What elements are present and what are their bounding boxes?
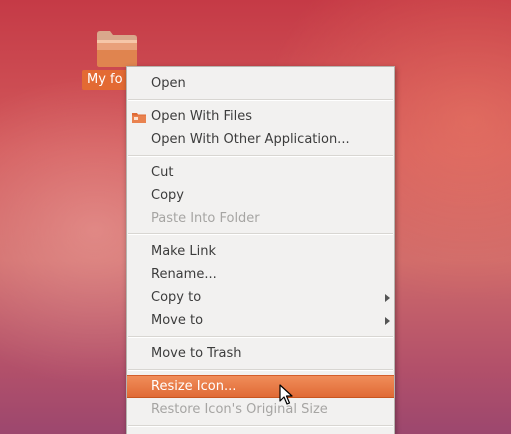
menu-item-make-link[interactable]: Make Link: [127, 240, 394, 263]
menu-separator: [128, 369, 393, 371]
menu-item-rename[interactable]: Rename...: [127, 263, 394, 286]
menu-item-open-with-other[interactable]: Open With Other Application...: [127, 128, 394, 151]
menu-item-open-with-files[interactable]: Open With Files: [127, 105, 394, 128]
menu-separator: [128, 336, 393, 338]
menu-item-label: Move to: [151, 313, 204, 328]
menu-item-cut[interactable]: Cut: [127, 161, 394, 184]
menu-separator: [128, 155, 393, 157]
menu-item-copy[interactable]: Copy: [127, 184, 394, 207]
menu-item-label: Copy to: [151, 290, 202, 305]
menu-item-move-to[interactable]: Move to: [127, 309, 394, 332]
menu-separator: [128, 233, 393, 235]
menu-item-copy-to[interactable]: Copy to: [127, 286, 394, 309]
menu-item-open[interactable]: Open: [127, 72, 394, 95]
context-menu: Open Open With Files Open With Other App…: [126, 66, 395, 434]
folder-icon: [97, 31, 137, 67]
menu-item-paste-into-folder: Paste Into Folder: [151, 211, 260, 226]
menu-item-move-to-trash[interactable]: Move to Trash: [127, 342, 394, 365]
menu-separator: [128, 425, 393, 427]
mouse-pointer-icon: [279, 384, 293, 405]
submenu-arrow-icon: [385, 317, 390, 325]
menu-item-restore-icon-size: Restore Icon's Original Size: [151, 402, 328, 417]
files-app-icon: [132, 113, 146, 123]
menu-item-resize-icon[interactable]: Resize Icon...: [127, 375, 394, 398]
menu-separator: [128, 99, 393, 101]
menu-item-label: Open With Files: [151, 109, 253, 124]
submenu-arrow-icon: [385, 294, 390, 302]
